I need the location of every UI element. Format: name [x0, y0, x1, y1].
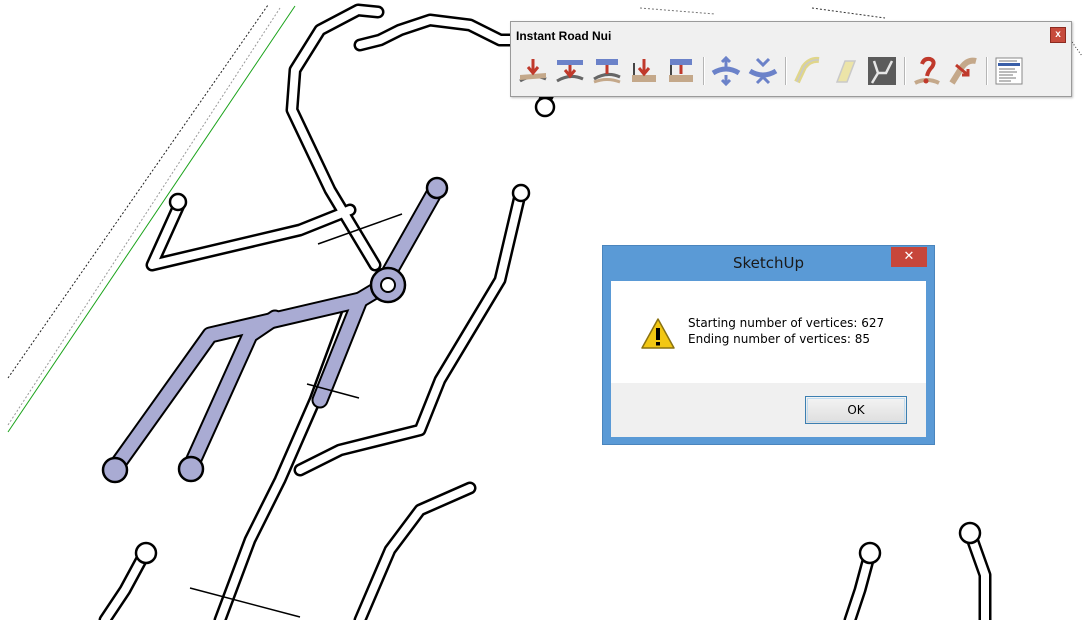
road-network-icon[interactable]: [866, 55, 898, 87]
road-drape-icon[interactable]: [628, 55, 660, 87]
message-line-ending-vertices: Ending number of vertices: 85: [688, 332, 871, 346]
road-tool-icon[interactable]: [948, 55, 980, 87]
toolbar-title: Instant Road Nui: [516, 29, 612, 43]
road-curve-disabled-icon[interactable]: [792, 55, 824, 87]
road-stamp-icon[interactable]: [665, 55, 697, 87]
instant-road-toolbar[interactable]: Instant Road Nui x: [510, 21, 1072, 97]
ok-button[interactable]: OK: [805, 396, 907, 424]
road-from-edges-icon[interactable]: [591, 55, 623, 87]
dialog-close-button[interactable]: ✕: [891, 247, 927, 267]
toolbar-separator: [703, 57, 705, 85]
dialog-body: Starting number of vertices: 627 Ending …: [611, 281, 926, 437]
help-icon[interactable]: [911, 55, 943, 87]
toolbar-separator: [785, 57, 787, 85]
road-from-centerline-icon[interactable]: [554, 55, 586, 87]
toolbar-separator: [986, 57, 988, 85]
lower-road-icon[interactable]: [747, 55, 779, 87]
toolbar-separator: [904, 57, 906, 85]
raise-road-icon[interactable]: [710, 55, 742, 87]
message-line-starting-vertices: Starting number of vertices: 627: [688, 316, 885, 330]
dialog-footer: OK: [611, 383, 926, 437]
dialog-message: Starting number of vertices: 627 Ending …: [688, 315, 884, 347]
road-from-contours-icon[interactable]: [517, 55, 549, 87]
toolbar-close-button[interactable]: x: [1050, 27, 1066, 43]
toolbar-buttons: [517, 55, 1030, 87]
warning-icon: [640, 317, 676, 351]
options-list-icon[interactable]: [993, 55, 1025, 87]
sketchup-message-dialog: SketchUp ✕ Starting number of vertices: …: [602, 245, 935, 445]
road-offset-disabled-icon[interactable]: [829, 55, 861, 87]
dialog-title: SketchUp: [732, 254, 805, 272]
